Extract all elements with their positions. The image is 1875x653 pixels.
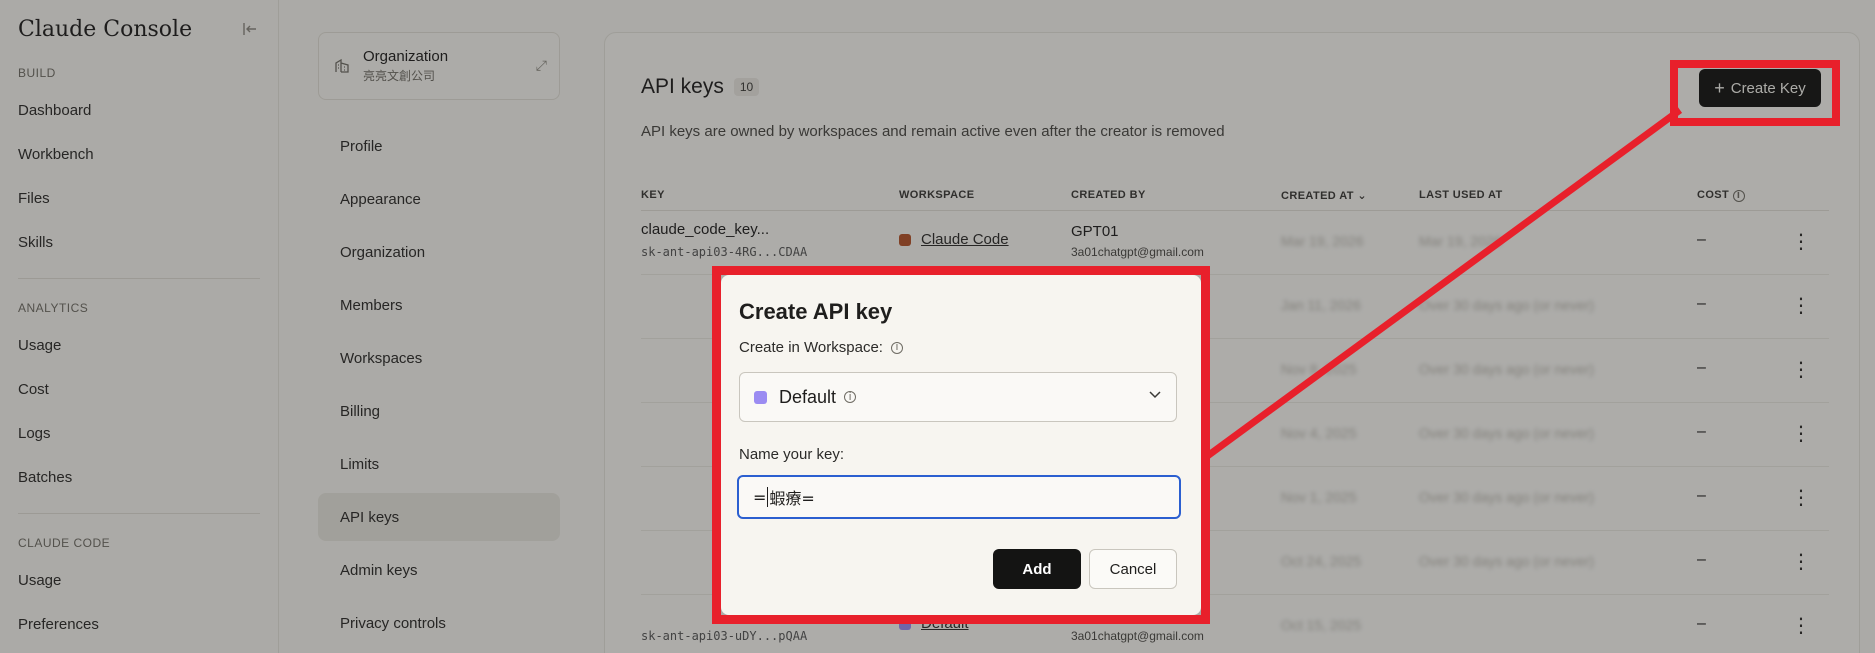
workspace-label-row: Create in Workspace: i — [739, 339, 1177, 356]
key-name-value-after: 蝦療= — [769, 489, 815, 508]
dialog-title: Create API key — [739, 299, 893, 324]
cancel-button[interactable]: Cancel — [1089, 549, 1177, 589]
workspace-select-value: Default — [779, 386, 837, 407]
key-name-label: Name your key: — [739, 446, 845, 463]
key-name-value-before: = — [753, 487, 767, 507]
add-button[interactable]: Add — [993, 549, 1081, 589]
text-caret — [767, 487, 769, 507]
dialog-actions: Add Cancel — [993, 549, 1177, 589]
workspace-label: Create in Workspace: — [739, 339, 883, 356]
workspace-select[interactable]: Default i — [739, 372, 1177, 422]
create-key-highlight — [1670, 60, 1840, 126]
info-icon[interactable]: i — [890, 341, 903, 354]
chevron-down-icon — [1148, 387, 1162, 404]
key-name-input[interactable]: = 蝦療= — [737, 475, 1181, 519]
create-api-key-dialog: Create API key Create in Workspace: i De… — [721, 275, 1201, 615]
info-icon[interactable]: i — [844, 391, 857, 403]
workspace-color-dot — [754, 390, 767, 404]
